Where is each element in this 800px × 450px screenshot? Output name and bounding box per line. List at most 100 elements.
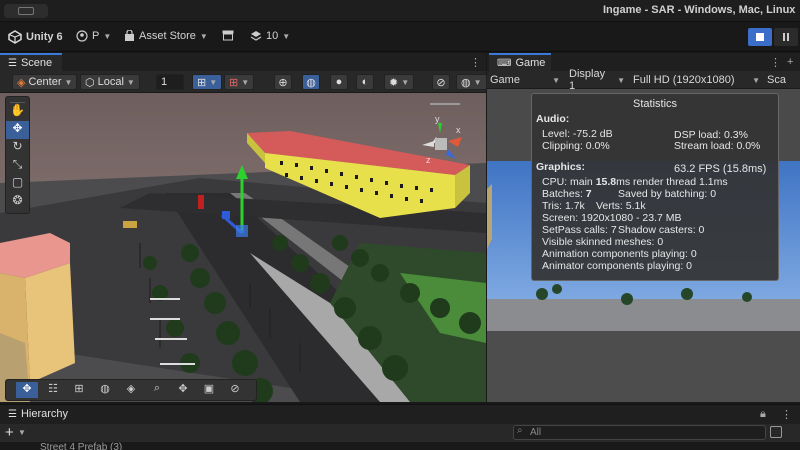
- transform-tool-icon[interactable]: ❂: [6, 193, 29, 211]
- tab-game-label: Game: [515, 57, 546, 69]
- audio-level: Level: -75.2 dB: [542, 128, 613, 140]
- chevron-down-icon: ▼: [18, 428, 26, 437]
- hierarchy-row[interactable]: Street 4 Prefab (3): [40, 442, 800, 450]
- rect-tool-icon[interactable]: ▢: [6, 175, 29, 193]
- pivot-dropdown[interactable]: ◈ Center ▼: [12, 74, 78, 90]
- pause-button[interactable]: [774, 28, 798, 46]
- move-icon[interactable]: ✥: [16, 382, 38, 398]
- overlay-toolbar: ✥ ☷ ⊞ ◍ ◈ ⌕ ✥ ▣ ⊘: [5, 379, 257, 401]
- batches-prefix: Batches:: [542, 188, 586, 200]
- display-dropdown[interactable]: Display 1 ▼: [569, 68, 625, 92]
- snap-icon[interactable]: ✥: [172, 382, 194, 398]
- gizmos-dropdown[interactable]: ◍ ▼: [456, 74, 487, 90]
- cpu-suffix: ms render thread 1.1ms: [616, 176, 728, 188]
- chevron-down-icon: ▼: [126, 77, 135, 87]
- grid-size-value: 1: [161, 76, 168, 88]
- lighting-toggle-button[interactable]: ●: [330, 74, 348, 90]
- hidden-objects-button[interactable]: ⊘: [432, 74, 450, 90]
- search-icon[interactable]: ⌕: [146, 382, 168, 398]
- rotate-tool-icon[interactable]: ↻: [6, 139, 29, 157]
- compass-icon[interactable]: ⊘: [224, 382, 246, 398]
- scene-viewport[interactable]: y x z ✋ ✥ ↻ ⤡ ▢ ❂ ✥ ☷ ⊞ ◍ ◈ ⌕ ✥ ▣ ⊘: [0, 93, 486, 402]
- move-tool-icon[interactable]: ✥: [6, 121, 29, 139]
- scene-toolbar: ◈ Center ▼ ⬡ Local ▼ 1 ⊞ ▼ ⊞ ▼ ⊕ ◍ ● ◐ ✹ ▼ …: [0, 71, 487, 93]
- scene-visibility-icon[interactable]: [770, 426, 782, 438]
- shopping-bag-icon: [125, 30, 134, 41]
- cube-icon: ⬡: [85, 76, 95, 89]
- resolution-label: Full HD (1920x1080): [633, 74, 735, 86]
- chevron-down-icon: ▼: [103, 31, 112, 41]
- draw-mode-button[interactable]: ⊕: [274, 74, 292, 90]
- globe-icon[interactable]: ◍: [94, 382, 116, 398]
- orientation-gizmo[interactable]: y x z: [410, 103, 480, 168]
- grid-snap-button[interactable]: ⊞ ▼: [192, 74, 223, 90]
- grid-size-field[interactable]: 1: [156, 74, 184, 90]
- hamburger-icon: ☰: [8, 57, 17, 69]
- shadow-casters-readout: Shadow casters: 0: [618, 224, 705, 236]
- align-icon[interactable]: ☷: [42, 382, 64, 398]
- lock-icon[interactable]: 🔒︎: [760, 408, 766, 421]
- grid-icon[interactable]: ⊞: [68, 382, 90, 398]
- game-mode-dropdown[interactable]: Game ▼: [490, 73, 560, 87]
- stop-button[interactable]: [748, 28, 772, 46]
- hierarchy-search-input[interactable]: All: [513, 425, 766, 440]
- plus-icon[interactable]: +: [787, 56, 793, 68]
- archive-button[interactable]: [222, 30, 234, 41]
- chevron-down-icon: ▼: [752, 75, 760, 85]
- stream-load: Stream load: 0.0%: [674, 140, 761, 152]
- hierarchy-tabbar: ☰ Hierarchy 🔒︎ ⋮: [0, 404, 800, 424]
- sidebar-toggle-button[interactable]: [4, 4, 48, 18]
- hamburger-icon: ☰: [8, 408, 17, 420]
- more-options-icon[interactable]: ⋮: [770, 56, 781, 69]
- batches-value: 7: [585, 188, 592, 200]
- unity-version-label: Unity 6: [26, 31, 63, 43]
- sidebar-icon: [18, 7, 34, 15]
- chevron-down-icon: ▼: [401, 77, 410, 87]
- more-options-icon[interactable]: ⋮: [470, 56, 481, 69]
- add-object-button[interactable]: +: [5, 424, 14, 441]
- layers-dropdown[interactable]: 10 ▼: [250, 30, 290, 42]
- main-toolbar: Unity 6 P ▼ Asset Store ▼ 10 ▼: [0, 22, 800, 52]
- unity-account-button[interactable]: Unity 6: [8, 30, 63, 44]
- cpu-main-value: 15.8: [595, 176, 617, 188]
- globe-icon: ◍: [461, 76, 471, 89]
- audio-toggle-button[interactable]: ◐: [356, 74, 374, 90]
- grid-snap-icon: ⊞: [197, 76, 207, 89]
- cpu-readout: CPU: main 15.8ms render thread 1.1ms: [542, 176, 728, 188]
- space-dropdown[interactable]: ⬡ Local ▼: [80, 74, 140, 90]
- scale-slider[interactable]: Sca: [767, 73, 800, 87]
- svg-text:z: z: [426, 155, 431, 165]
- sun-icon: ✹: [389, 76, 399, 89]
- skinned-meshes-readout: Visible skinned meshes: 0: [542, 236, 664, 248]
- scale-tool-icon[interactable]: ⤡: [6, 157, 29, 175]
- space-label: Local: [97, 76, 124, 88]
- screen-readout: Screen: 1920x1080 - 23.7 MB: [542, 212, 682, 224]
- tab-scene[interactable]: ☰ Scene: [0, 53, 62, 71]
- 2d-toggle-button[interactable]: ◍: [302, 74, 320, 90]
- profile-dropdown[interactable]: P ▼: [76, 30, 111, 42]
- tab-hierarchy[interactable]: ☰ Hierarchy: [0, 405, 72, 423]
- hand-tool-icon[interactable]: ✋: [6, 103, 29, 121]
- chevron-down-icon: ▼: [199, 31, 208, 41]
- statistics-title: Statistics: [633, 98, 678, 110]
- camera-icon[interactable]: ▣: [198, 382, 220, 398]
- scale-label: Sca: [767, 74, 786, 86]
- pivot-label: Center: [28, 76, 62, 88]
- grid-visibility-button[interactable]: ⊞ ▼: [224, 74, 255, 90]
- batches-readout: Batches: 7: [542, 188, 592, 200]
- statistics-panel: Statistics Audio: Level: -75.2 dB Clippi…: [531, 93, 779, 281]
- play-controls: [748, 28, 798, 46]
- cpu-prefix: CPU: main: [542, 176, 596, 188]
- more-options-icon[interactable]: ⋮: [781, 408, 792, 421]
- resolution-dropdown[interactable]: Full HD (1920x1080) ▼: [633, 73, 760, 87]
- game-tabbar: ⌨ Game ⋮ +: [487, 53, 800, 71]
- hierarchy-row-label: Street 4 Prefab (3): [40, 442, 123, 450]
- svg-text:y: y: [435, 114, 440, 124]
- setpass-readout: SetPass calls: 7: [542, 224, 617, 236]
- effects-dropdown[interactable]: ✹ ▼: [384, 74, 415, 90]
- asset-store-label: Asset Store: [139, 30, 196, 42]
- asset-store-dropdown[interactable]: Asset Store ▼: [124, 30, 208, 42]
- unity-logo-icon: [8, 30, 22, 44]
- layers-icon[interactable]: ◈: [120, 382, 142, 398]
- tab-game[interactable]: ⌨ Game: [489, 53, 551, 71]
